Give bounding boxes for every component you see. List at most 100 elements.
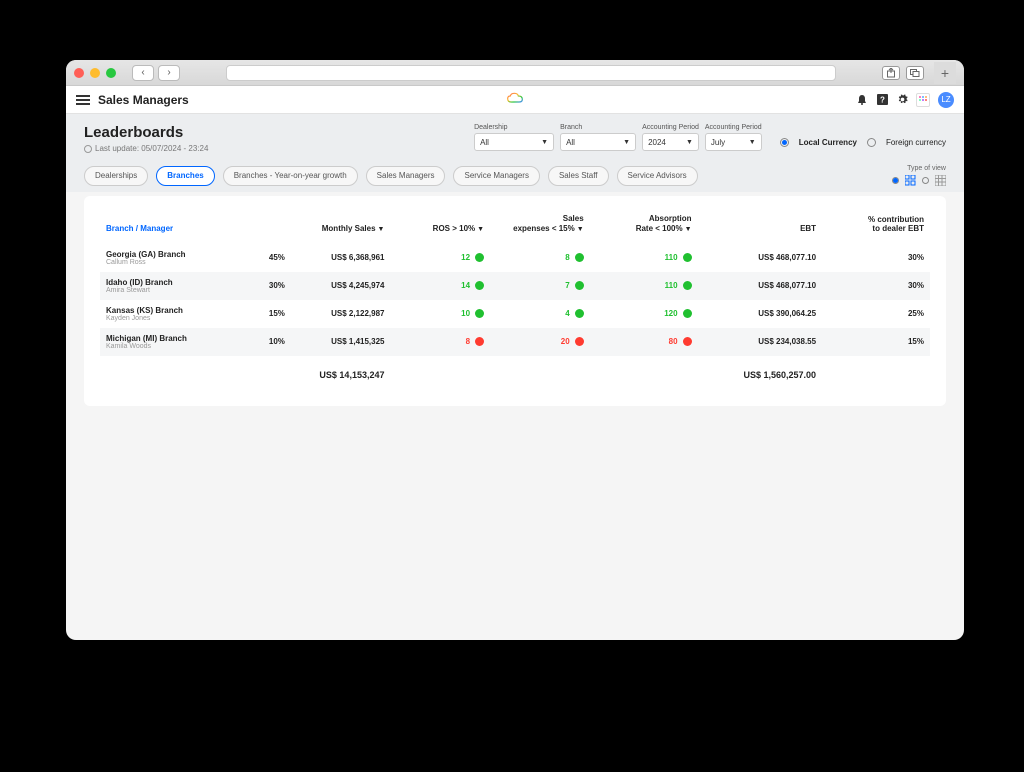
nav-back-button[interactable]: ‹	[132, 65, 154, 81]
status-dot-icon	[683, 253, 692, 262]
tab-service-managers[interactable]: Service Managers	[453, 166, 539, 186]
filter-bar: Leaderboards Last update: 05/07/2024 - 2…	[66, 114, 964, 159]
col-ebt[interactable]: EBT	[698, 210, 823, 244]
last-update: Last update: 05/07/2024 - 23:24	[84, 144, 208, 153]
month-select[interactable]: July ▼	[705, 133, 762, 151]
col-contribution[interactable]: % contributionto dealer EBT	[822, 210, 930, 244]
app-title: Sales Managers	[98, 93, 189, 107]
absorption-cell: 110	[590, 244, 698, 272]
tab-branches[interactable]: Branches	[156, 166, 214, 186]
table-view-icon[interactable]	[935, 175, 946, 186]
contribution-cell: 30%	[822, 272, 930, 300]
filter-label: Accounting Period	[642, 124, 699, 131]
view-table-radio[interactable]	[922, 177, 929, 184]
leaderboard-card: Branch / Manager Monthly Sales▼ ROS > 10…	[84, 196, 946, 406]
expenses-cell: 8	[490, 244, 590, 272]
settings-icon[interactable]	[896, 94, 908, 106]
radio-foreign-currency[interactable]	[867, 138, 876, 147]
ebt-cell: US$ 390,064.25	[698, 300, 823, 328]
sort-desc-icon: ▼	[378, 226, 385, 233]
browser-titlebar: ‹ › +	[66, 60, 964, 86]
status-dot-icon	[475, 253, 484, 262]
tab-dealerships[interactable]: Dealerships	[84, 166, 148, 186]
select-value: 2024	[648, 138, 666, 147]
share-icon[interactable]	[882, 66, 900, 80]
table-row[interactable]: Georgia (GA) BranchCallum Ross45%US$ 6,3…	[100, 244, 930, 272]
status-dot-icon	[575, 337, 584, 346]
expenses-cell: 7	[490, 272, 590, 300]
ros-cell: 12	[390, 244, 490, 272]
apps-icon[interactable]	[916, 93, 930, 107]
status-dot-icon	[683, 281, 692, 290]
window-maximize-icon[interactable]	[106, 68, 116, 78]
menu-icon[interactable]	[76, 95, 90, 105]
app-logo-icon	[507, 91, 523, 109]
contribution-cell: 30%	[822, 244, 930, 272]
browser-window: ‹ › + Sales Managers ?	[66, 60, 964, 640]
branch-cell: Idaho (ID) BranchAmira Stewart	[100, 272, 241, 300]
radio-local-currency[interactable]	[780, 138, 789, 147]
select-value: All	[480, 138, 489, 147]
monthly-sales-cell: US$ 4,245,974	[291, 272, 391, 300]
absorption-cell: 110	[590, 272, 698, 300]
branch-cell: Kansas (KS) BranchKayden Jones	[100, 300, 241, 328]
ebt-cell: US$ 234,038.55	[698, 328, 823, 356]
ebt-cell: US$ 468,077.10	[698, 244, 823, 272]
window-minimize-icon[interactable]	[90, 68, 100, 78]
currency-foreign-label: Foreign currency	[886, 138, 946, 147]
status-dot-icon	[575, 253, 584, 262]
url-bar[interactable]	[226, 65, 836, 81]
tabs-row: Dealerships Branches Branches - Year-on-…	[66, 159, 964, 192]
branch-select[interactable]: All ▼	[560, 133, 636, 151]
status-dot-icon	[475, 337, 484, 346]
chevron-down-icon: ▼	[749, 139, 756, 146]
filter-label: Dealership	[474, 124, 554, 131]
sort-desc-icon: ▼	[685, 226, 692, 233]
col-sales-expenses[interactable]: Salesexpenses < 15%▼	[490, 210, 590, 244]
new-tab-button[interactable]: +	[934, 62, 956, 84]
filter-period-month: Accounting Period July ▼	[705, 124, 762, 151]
status-dot-icon	[575, 309, 584, 318]
col-ros[interactable]: ROS > 10%▼	[390, 210, 490, 244]
currency-toggle: Local Currency Foreign currency	[780, 124, 946, 151]
window-close-icon[interactable]	[74, 68, 84, 78]
table-row[interactable]: Michigan (MI) BranchKamila Woods10%US$ 1…	[100, 328, 930, 356]
help-icon[interactable]: ?	[876, 94, 888, 106]
status-dot-icon	[683, 309, 692, 318]
table-row[interactable]: Idaho (ID) BranchAmira Stewart30%US$ 4,2…	[100, 272, 930, 300]
expenses-cell: 4	[490, 300, 590, 328]
ros-cell: 8	[390, 328, 490, 356]
view-cards-radio[interactable]	[892, 177, 899, 184]
nav-forward-button[interactable]: ›	[158, 65, 180, 81]
col-branch-manager[interactable]: Branch / Manager	[100, 210, 241, 244]
share-pct: 10%	[241, 328, 291, 356]
grid-view-icon[interactable]	[905, 175, 916, 186]
tab-service-advisors[interactable]: Service Advisors	[617, 166, 698, 186]
tabs-icon[interactable]	[906, 66, 924, 80]
select-value: July	[711, 138, 725, 147]
sort-desc-icon: ▼	[577, 226, 584, 233]
chevron-down-icon: ▼	[686, 139, 693, 146]
year-select[interactable]: 2024 ▼	[642, 133, 699, 151]
notifications-icon[interactable]	[856, 94, 868, 106]
tab-sales-staff[interactable]: Sales Staff	[548, 166, 609, 186]
view-type-label: Type of view	[907, 165, 946, 172]
filter-branch: Branch All ▼	[560, 124, 636, 151]
chevron-down-icon: ▼	[541, 139, 548, 146]
dealership-select[interactable]: All ▼	[474, 133, 554, 151]
clock-icon	[84, 145, 92, 153]
status-dot-icon	[475, 309, 484, 318]
ebt-cell: US$ 468,077.10	[698, 272, 823, 300]
page-heading: Leaderboards	[84, 124, 208, 141]
expenses-cell: 20	[490, 328, 590, 356]
share-pct: 30%	[241, 272, 291, 300]
tab-sales-managers[interactable]: Sales Managers	[366, 166, 446, 186]
col-monthly-sales[interactable]: Monthly Sales▼	[291, 210, 391, 244]
svg-text:?: ?	[880, 96, 885, 105]
col-absorption-rate[interactable]: AbsorptionRate < 100%▼	[590, 210, 698, 244]
user-avatar[interactable]: LZ	[938, 92, 954, 108]
table-row[interactable]: Kansas (KS) BranchKayden Jones15%US$ 2,1…	[100, 300, 930, 328]
tab-branches-yoy[interactable]: Branches - Year-on-year growth	[223, 166, 358, 186]
monthly-sales-cell: US$ 1,415,325	[291, 328, 391, 356]
app-header: Sales Managers ? LZ	[66, 86, 964, 114]
